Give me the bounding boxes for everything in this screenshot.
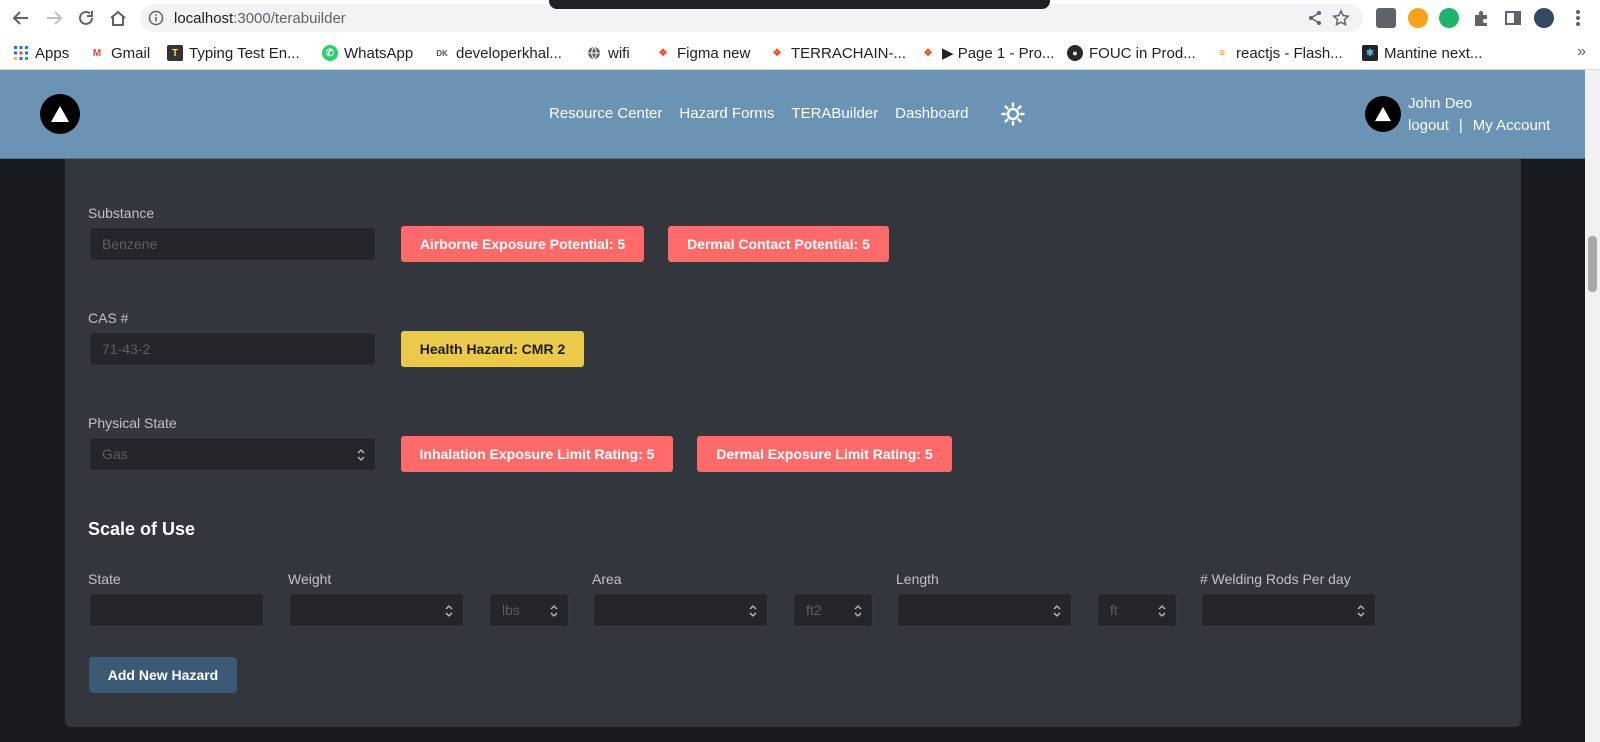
weight-unit-value: lbs: [502, 602, 520, 618]
brand-logo-icon[interactable]: [40, 94, 80, 134]
select-chevron-icon: [749, 604, 757, 618]
github-icon: ●: [1067, 45, 1083, 61]
user-links: logout | My Account: [1408, 117, 1550, 134]
app-header: Resource Center Hazard Forms TERABuilder…: [0, 70, 1585, 159]
area-unit-value: ft2: [806, 602, 822, 618]
page-scrollbar[interactable]: [1585, 70, 1600, 742]
length-unit-value: ft: [1110, 602, 1118, 618]
home-icon[interactable]: [106, 6, 130, 30]
bookmark-mantine[interactable]: ⚛ Mantine next...: [1362, 43, 1482, 63]
substance-input[interactable]: Benzene: [89, 227, 376, 261]
forward-icon[interactable]: [42, 6, 66, 30]
state-input[interactable]: [89, 593, 264, 627]
link-separator: |: [1458, 117, 1463, 134]
length-select[interactable]: [897, 593, 1072, 627]
select-chevron-icon: [854, 604, 862, 618]
physical-state-select[interactable]: Gas: [89, 437, 376, 471]
bookmark-star-icon[interactable]: [1331, 8, 1351, 28]
main-nav: Resource Center Hazard Forms TERABuilder…: [549, 105, 986, 122]
select-chevron-icon: [1158, 604, 1166, 618]
health-hazard-badge: Health Hazard: CMR 2: [401, 331, 584, 367]
nav-terabuilder[interactable]: TERABuilder: [791, 105, 878, 122]
share-icon[interactable]: [1305, 8, 1325, 28]
extension-icon[interactable]: [1376, 8, 1396, 28]
select-chevron-icon: [357, 448, 365, 462]
bookmark-reactjs[interactable]: ≡ reactjs - Flash...: [1214, 43, 1343, 63]
airborne-exposure-badge: Airborne Exposure Potential: 5: [401, 226, 644, 262]
select-chevron-icon: [1357, 604, 1365, 618]
globe-icon: [586, 45, 602, 61]
whatsapp-icon: ✆: [322, 45, 338, 61]
gmail-icon: M: [92, 47, 102, 59]
scale-of-use-heading: Scale of Use: [88, 519, 196, 539]
nav-resource-center[interactable]: Resource Center: [549, 105, 662, 122]
area-unit-select[interactable]: ft2: [793, 593, 873, 627]
state-label: State: [88, 571, 121, 587]
site-info-icon[interactable]: [148, 10, 164, 26]
physical-state-value: Gas: [102, 446, 128, 462]
figma-icon: ❖: [658, 47, 668, 59]
stackoverflow-icon: ≡: [1219, 47, 1225, 59]
extension-grammarly-icon[interactable]: [1439, 8, 1459, 28]
extension-g-icon[interactable]: [1408, 8, 1428, 28]
welding-rods-label: # Welding Rods Per day: [1200, 571, 1351, 587]
figma-icon: ❖: [923, 47, 933, 59]
cas-input[interactable]: 71-43-2: [89, 332, 376, 366]
reload-icon[interactable]: [74, 6, 98, 30]
length-label: Length: [896, 571, 939, 587]
bookmark-whatsapp[interactable]: ✆ WhatsApp: [322, 43, 413, 63]
bookmark-typing-test[interactable]: T Typing Test En...: [167, 43, 300, 63]
dermal-limit-badge: Dermal Exposure Limit Rating: 5: [697, 436, 952, 472]
react-icon: ⚛: [1362, 45, 1378, 61]
select-chevron-icon: [550, 604, 558, 618]
bookmark-terrachain[interactable]: ❖ TERRACHAIN-...: [769, 43, 907, 63]
nav-hazard-forms[interactable]: Hazard Forms: [679, 105, 774, 122]
url-text: localhost:3000/terabuilder: [174, 10, 346, 27]
inhalation-limit-badge: Inhalation Exposure Limit Rating: 5: [401, 436, 673, 472]
nav-dashboard[interactable]: Dashboard: [895, 105, 968, 122]
profile-avatar[interactable]: [1534, 8, 1554, 28]
area-select[interactable]: [593, 593, 768, 627]
bookmark-fouc[interactable]: ● FOUC in Prod...: [1067, 43, 1196, 63]
bookmark-developer[interactable]: DK developerkhal...: [434, 43, 562, 63]
menu-kebab-icon[interactable]: [1568, 8, 1588, 28]
welding-rods-select[interactable]: [1201, 593, 1376, 627]
user-avatar[interactable]: [1365, 96, 1401, 132]
substance-label: Substance: [88, 205, 155, 221]
length-unit-select[interactable]: ft: [1097, 593, 1177, 627]
apps-grid-icon: [13, 45, 29, 61]
bookmark-figma-new[interactable]: ❖ Figma new: [655, 43, 751, 63]
theme-toggle-sun-icon[interactable]: [1001, 102, 1025, 126]
cas-label: CAS #: [88, 310, 129, 326]
scrollbar-thumb[interactable]: [1588, 236, 1597, 292]
logout-link[interactable]: logout: [1408, 117, 1449, 134]
figma-icon: ❖: [772, 47, 782, 59]
screen-notch: [549, 0, 1050, 9]
weight-unit-select[interactable]: lbs: [489, 593, 569, 627]
user-name: John Deo: [1408, 95, 1473, 112]
dev-icon: DK: [436, 48, 448, 58]
browser-toolbar: localhost:3000/terabuilder: [0, 0, 1600, 36]
side-panel-icon[interactable]: [1503, 8, 1523, 28]
my-account-link[interactable]: My Account: [1473, 117, 1551, 134]
physical-state-label: Physical State: [88, 415, 177, 431]
bookmark-gmail[interactable]: M Gmail: [89, 43, 150, 63]
bookmark-wifi[interactable]: wifi: [586, 43, 630, 63]
add-new-hazard-button[interactable]: Add New Hazard: [89, 657, 237, 693]
more-bookmarks-icon[interactable]: »: [1577, 43, 1586, 61]
dermal-contact-badge: Dermal Contact Potential: 5: [668, 226, 889, 262]
bookmark-page-1[interactable]: ❖ ▶ Page 1 - Pro...: [920, 43, 1055, 63]
select-chevron-icon: [445, 604, 453, 618]
select-chevron-icon: [1053, 604, 1061, 618]
typing-test-icon: T: [167, 45, 183, 61]
back-icon[interactable]: [9, 6, 33, 30]
weight-label: Weight: [288, 571, 332, 587]
bookmarks-bar: Apps M Gmail T Typing Test En... ✆ WhatsApp…: [0, 36, 1600, 70]
bookmark-apps[interactable]: Apps: [13, 43, 69, 63]
weight-select[interactable]: [289, 593, 464, 627]
area-label: Area: [592, 571, 622, 587]
extensions-puzzle-icon[interactable]: [1471, 8, 1491, 28]
